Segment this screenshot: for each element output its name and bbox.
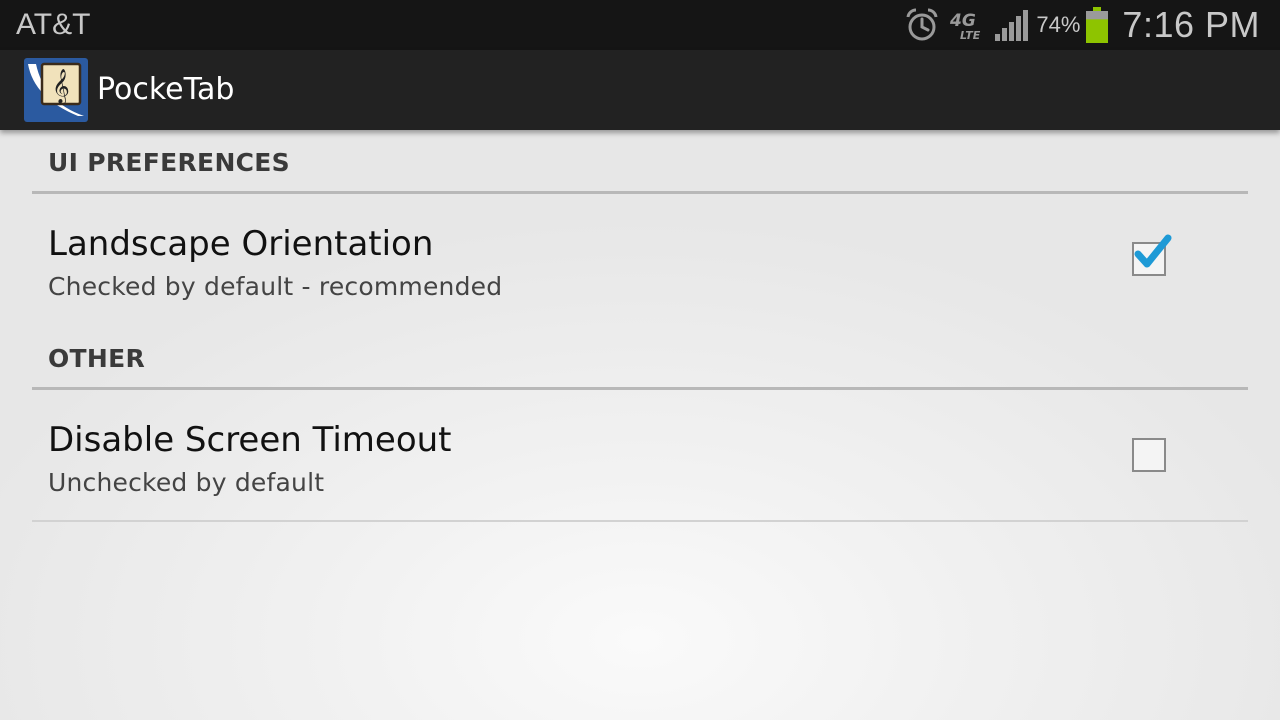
preference-summary: Unchecked by default — [48, 468, 325, 497]
category-title: UI PREFERENCES — [48, 148, 290, 177]
preference-title: Disable Screen Timeout — [48, 420, 452, 460]
checkmark-icon — [1134, 234, 1172, 268]
landscape-orientation-checkbox[interactable] — [1132, 234, 1172, 276]
status-bar: AT&T 4G LTE 74% 7:16 PM — [0, 0, 1280, 50]
lte-icon: 4G LTE — [949, 11, 981, 42]
disable-screen-timeout-checkbox[interactable] — [1132, 438, 1166, 472]
pocketab-app-icon[interactable]: 𝄞 — [24, 58, 88, 122]
category-ui-preferences: UI PREFERENCES — [32, 130, 1248, 194]
svg-text:𝄞: 𝄞 — [52, 69, 70, 105]
battery-icon — [1086, 7, 1109, 43]
preference-title: Landscape Orientation — [48, 224, 434, 264]
svg-text:LTE: LTE — [960, 29, 981, 42]
list-divider — [32, 520, 1248, 522]
landscape-orientation-preference[interactable]: Landscape Orientation Checked by default… — [32, 194, 1248, 324]
category-title: OTHER — [48, 344, 146, 373]
disable-screen-timeout-preference[interactable]: Disable Screen Timeout Unchecked by defa… — [32, 390, 1248, 520]
svg-text:4G: 4G — [949, 11, 976, 31]
alarm-icon — [906, 8, 938, 41]
clock: 7:16 PM — [1122, 4, 1260, 45]
status-icons: 4G LTE 74% 7:16 PM — [904, 0, 1260, 50]
category-other: OTHER — [32, 326, 1248, 390]
preference-summary: Checked by default - recommended — [48, 272, 503, 301]
carrier-label: AT&T — [16, 8, 91, 41]
signal-icon — [995, 10, 1029, 41]
app-title: PockeTab — [97, 72, 235, 107]
battery-percent: 74% — [1036, 12, 1081, 37]
action-bar: 𝄞 PockeTab — [0, 50, 1280, 130]
